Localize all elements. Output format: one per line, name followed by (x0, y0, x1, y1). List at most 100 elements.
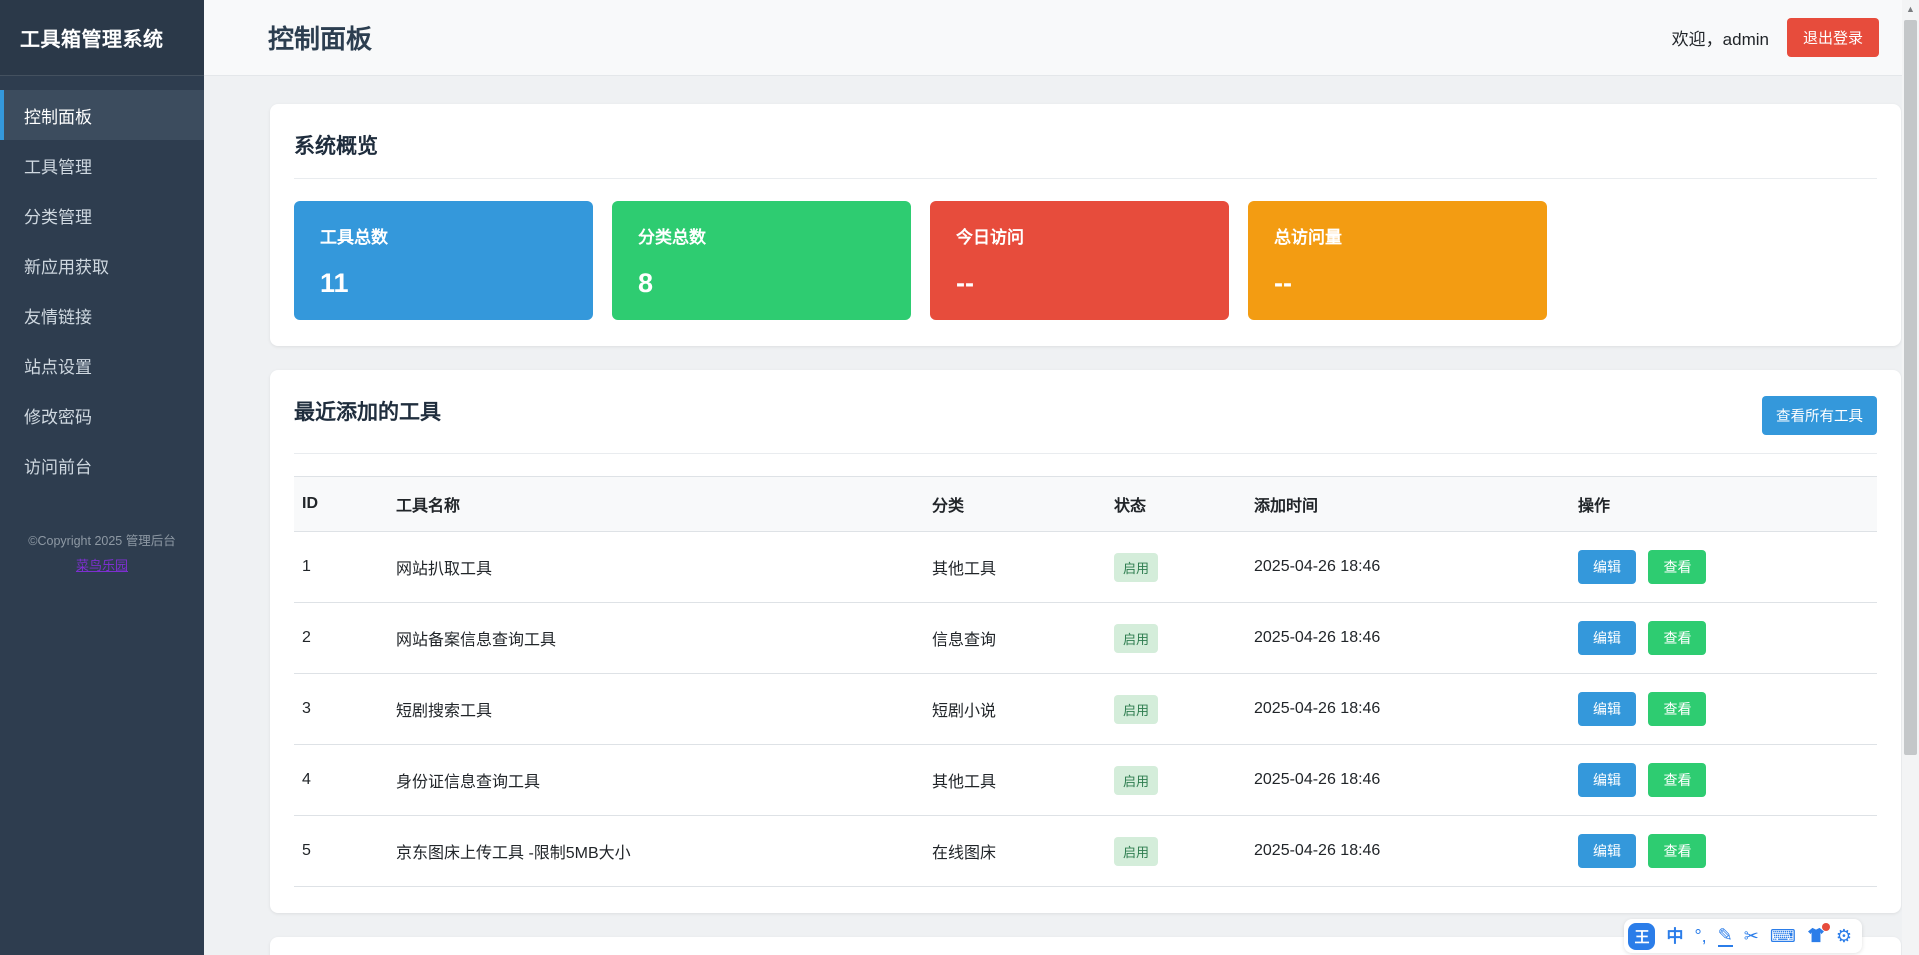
cell-time: 2025-04-26 18:46 (1246, 532, 1570, 603)
stat-value: 11 (320, 268, 567, 299)
stat-card-total-tools: 工具总数 11 (294, 201, 593, 320)
status-badge: 启用 (1114, 695, 1158, 724)
ime-scissors-icon[interactable]: ✂ (1744, 927, 1759, 945)
ime-logo-icon[interactable]: 王 (1628, 923, 1655, 950)
cell-time: 2025-04-26 18:46 (1246, 603, 1570, 674)
sidebar-item-categories[interactable]: 分类管理 (0, 190, 204, 240)
cell-name: 短剧搜索工具 (388, 674, 924, 745)
col-time: 添加时间 (1246, 477, 1570, 532)
sidebar-item-new-apps[interactable]: 新应用获取 (0, 240, 204, 290)
notification-dot (1822, 923, 1830, 931)
sidebar-item-visit-frontend[interactable]: 访问前台 (0, 440, 204, 490)
welcome-text: 欢迎，admin (1672, 25, 1769, 50)
stat-card-total-visits: 总访问量 -- (1248, 201, 1547, 320)
recent-tools-card: 最近添加的工具 查看所有工具 ID 工具名称 分类 状态 添加时间 操作 (270, 370, 1901, 913)
main-area: 控制面板 欢迎，admin 退出登录 系统概览 工具总数 11 分类总数 8 今… (204, 0, 1919, 955)
cell-id: 3 (294, 674, 388, 745)
status-badge: 启用 (1114, 837, 1158, 866)
cell-time: 2025-04-26 18:46 (1246, 745, 1570, 816)
cell-id: 1 (294, 532, 388, 603)
scroll-up-arrow-icon[interactable]: ▲ (1902, 4, 1919, 14)
col-id: ID (294, 477, 388, 532)
edit-button[interactable]: 编辑 (1578, 834, 1636, 868)
cell-name: 身份证信息查询工具 (388, 745, 924, 816)
cell-category: 短剧小说 (924, 674, 1106, 745)
sidebar-nav: 控制面板 工具管理 分类管理 新应用获取 友情链接 站点设置 修改密码 访问前台 (0, 90, 204, 490)
sidebar-item-links[interactable]: 友情链接 (0, 290, 204, 340)
ime-skin-shirt-icon[interactable] (1807, 927, 1825, 946)
copyright-text: ©Copyright 2025 管理后台 (0, 530, 204, 549)
sidebar-footer: ©Copyright 2025 管理后台 菜鸟乐园 (0, 530, 204, 575)
stat-card-today-visits: 今日访问 -- (930, 201, 1229, 320)
ime-keyboard-icon[interactable]: ⌨ (1770, 927, 1796, 945)
cell-id: 2 (294, 603, 388, 674)
sidebar-item-change-password[interactable]: 修改密码 (0, 390, 204, 440)
sidebar-item-dashboard[interactable]: 控制面板 (0, 90, 204, 140)
cell-name: 京东图床上传工具 -限制5MB大小 (388, 816, 924, 887)
stat-label: 今日访问 (956, 223, 1203, 248)
table-row: 4 身份证信息查询工具 其他工具 启用 2025-04-26 18:46 编辑 … (294, 745, 1877, 816)
header-right: 欢迎，admin 退出登录 (1672, 18, 1879, 57)
view-button[interactable]: 查看 (1648, 692, 1706, 726)
stats-row: 工具总数 11 分类总数 8 今日访问 -- 总访问量 -- (294, 201, 1877, 320)
table-row: 5 京东图床上传工具 -限制5MB大小 在线图床 启用 2025-04-26 1… (294, 816, 1877, 887)
table-header-row: ID 工具名称 分类 状态 添加时间 操作 (294, 477, 1877, 532)
cell-name: 网站备案信息查询工具 (388, 603, 924, 674)
copyright-link[interactable]: 菜鸟乐园 (76, 555, 128, 574)
cell-time: 2025-04-26 18:46 (1246, 816, 1570, 887)
edit-button[interactable]: 编辑 (1578, 621, 1636, 655)
cell-category: 在线图床 (924, 816, 1106, 887)
page-header: 控制面板 欢迎，admin 退出登录 (204, 0, 1919, 76)
logout-button[interactable]: 退出登录 (1787, 18, 1879, 57)
table-row: 3 短剧搜索工具 短剧小说 启用 2025-04-26 18:46 编辑 查看 (294, 674, 1877, 745)
col-status: 状态 (1106, 477, 1246, 532)
recent-tools-table: ID 工具名称 分类 状态 添加时间 操作 1 网站扒取工具 其他工具 启用 2 (294, 476, 1877, 887)
cell-id: 5 (294, 816, 388, 887)
col-actions: 操作 (1570, 477, 1877, 532)
sidebar-item-tools[interactable]: 工具管理 (0, 140, 204, 190)
status-badge: 启用 (1114, 553, 1158, 582)
ime-punctuation-icon[interactable]: °, (1694, 927, 1706, 945)
scrollbar-thumb[interactable] (1904, 20, 1917, 755)
status-badge: 启用 (1114, 624, 1158, 653)
stat-label: 总访问量 (1274, 223, 1521, 248)
cell-id: 4 (294, 745, 388, 816)
overview-card: 系统概览 工具总数 11 分类总数 8 今日访问 -- 总访问量 -- (270, 104, 1901, 346)
content: 系统概览 工具总数 11 分类总数 8 今日访问 -- 总访问量 -- (204, 76, 1919, 955)
ime-handwriting-pencil-icon[interactable]: ✎ (1718, 926, 1733, 947)
cell-category: 其他工具 (924, 532, 1106, 603)
status-badge: 启用 (1114, 766, 1158, 795)
page-title: 控制面板 (268, 19, 372, 56)
overview-title: 系统概览 (294, 130, 1877, 160)
view-button[interactable]: 查看 (1648, 763, 1706, 797)
table-row: 1 网站扒取工具 其他工具 启用 2025-04-26 18:46 编辑 查看 (294, 532, 1877, 603)
cell-name: 网站扒取工具 (388, 532, 924, 603)
table-row: 2 网站备案信息查询工具 信息查询 启用 2025-04-26 18:46 编辑… (294, 603, 1877, 674)
stat-value: 8 (638, 268, 885, 299)
edit-button[interactable]: 编辑 (1578, 763, 1636, 797)
ime-settings-gear-icon[interactable]: ⚙ (1836, 927, 1852, 945)
vertical-scrollbar[interactable]: ▲ (1902, 0, 1919, 955)
ime-toolbar: 王 中 °, ✎ ✂ ⌨ ⚙ (1624, 919, 1862, 953)
app-title: 工具箱管理系统 (0, 0, 204, 76)
stat-label: 工具总数 (320, 223, 567, 248)
edit-button[interactable]: 编辑 (1578, 550, 1636, 584)
stat-card-total-categories: 分类总数 8 (612, 201, 911, 320)
cell-time: 2025-04-26 18:46 (1246, 674, 1570, 745)
view-all-tools-button[interactable]: 查看所有工具 (1762, 396, 1877, 435)
col-name: 工具名称 (388, 477, 924, 532)
cell-category: 其他工具 (924, 745, 1106, 816)
divider (294, 453, 1877, 454)
sidebar-item-site-settings[interactable]: 站点设置 (0, 340, 204, 390)
cell-category: 信息查询 (924, 603, 1106, 674)
ime-chinese-mode-icon[interactable]: 中 (1666, 928, 1683, 945)
stat-label: 分类总数 (638, 223, 885, 248)
sidebar: 工具箱管理系统 控制面板 工具管理 分类管理 新应用获取 友情链接 站点设置 修… (0, 0, 204, 955)
view-button[interactable]: 查看 (1648, 834, 1706, 868)
edit-button[interactable]: 编辑 (1578, 692, 1636, 726)
stat-value: -- (956, 268, 1203, 299)
stat-value: -- (1274, 268, 1521, 299)
recent-tools-title: 最近添加的工具 (294, 396, 441, 426)
view-button[interactable]: 查看 (1648, 550, 1706, 584)
view-button[interactable]: 查看 (1648, 621, 1706, 655)
